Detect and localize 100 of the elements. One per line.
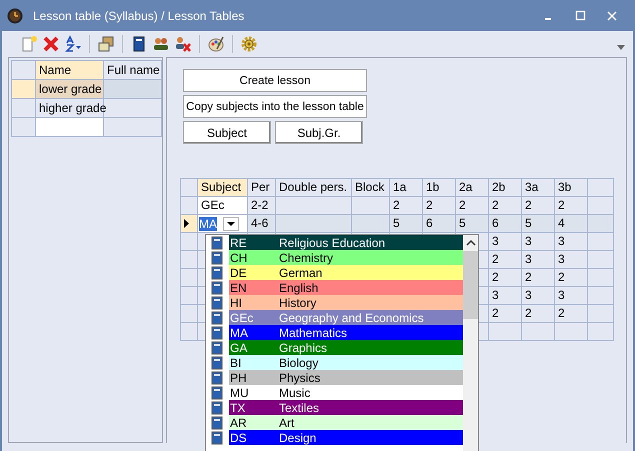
table-cell: 2 [555,269,588,287]
subject-code: EN [229,280,248,294]
column-header[interactable]: 1a [390,179,423,197]
settings-icon[interactable] [240,34,258,52]
column-header[interactable]: 2a [456,179,489,197]
book-icon [210,296,224,310]
sort-icon[interactable] [64,34,82,52]
action-button[interactable]: Subject [183,121,271,144]
table-cell [352,215,390,233]
column-header[interactable]: 3b [555,179,588,197]
table-cell: 3 [522,233,555,251]
column-header[interactable]: 3a [522,179,555,197]
book-icon [210,310,224,324]
list-item[interactable]: GA Graphics [229,340,463,355]
column-header[interactable]: Block [352,179,390,197]
subject-name: Physics [279,370,320,384]
scrollbar[interactable] [463,235,478,451]
column-header[interactable]: Full name [104,61,162,80]
table-cell: 3 [555,287,588,305]
table-cell [588,323,614,341]
table-cell[interactable]: lower grade [36,80,104,99]
subject-code: MU [229,386,250,400]
list-item[interactable]: BI Biology [229,355,463,370]
subject-field[interactable]: MA [198,215,248,233]
table-cell [104,118,162,137]
table-cell: 2 [555,305,588,323]
list-item[interactable]: EN English [229,280,463,295]
caret-icon[interactable] [617,45,625,50]
subject-name: Geography and Economics [279,310,424,324]
list-item[interactable]: AR Art [229,415,463,430]
table-cell[interactable]: GEc [198,197,248,215]
column-header[interactable]: 2b [489,179,522,197]
subject-name: Chemistry [279,250,334,264]
table-cell [588,251,614,269]
table-cell [588,287,614,305]
book-icon [210,386,224,400]
book-icon [210,236,224,250]
book-icon [210,416,224,430]
table-cell[interactable] [36,118,104,137]
column-header[interactable]: Double pers. [276,179,352,197]
list-item[interactable]: GEc Geography and Economics [229,310,463,325]
column-header[interactable]: 1b [423,179,456,197]
table-cell: 2 [522,269,555,287]
list-item[interactable]: DE German [229,265,463,280]
table-cell [104,99,162,118]
book-icon [210,370,224,384]
window-icon[interactable] [97,34,115,52]
list-item[interactable]: MA Mathematics [229,325,463,340]
column-header[interactable]: Subject [198,179,248,197]
list-item[interactable]: HI History [229,295,463,310]
subject-name: Music [279,386,310,400]
book-icon [210,326,224,340]
book-icon [210,250,224,264]
list-item[interactable]: DS Design [229,430,463,445]
clock-icon [7,8,23,24]
delete-icon[interactable] [42,34,60,52]
table-cell: 3 [522,287,555,305]
subject-code: DE [229,266,248,280]
book-icon [210,266,224,280]
list-item[interactable]: PH Physics [229,370,463,385]
action-button[interactable]: Copy subjects into the lesson table [183,95,367,118]
row-header[interactable] [181,215,198,233]
scroll-up-icon[interactable] [466,239,476,247]
column-header[interactable]: Per [248,179,276,197]
list-item[interactable]: TX Textiles [229,400,463,415]
column-header[interactable]: Name [36,61,104,80]
subject-name: Textiles [279,400,320,414]
subject-name: Art [279,416,294,430]
subject-code: AR [229,416,248,430]
subject-code: BI [229,356,242,370]
maximize-icon[interactable] [575,10,587,22]
table-cell: 3 [522,251,555,269]
table-cell: 6 [489,215,522,233]
subject-name: English [279,280,318,294]
subject-code: GA [229,340,248,354]
book-icon [210,340,224,354]
subject-code: HI [229,296,243,310]
table-cell: 4-6 [248,215,276,233]
list-item[interactable]: CH Chemistry [229,250,463,265]
table-cell [588,305,614,323]
scroll-thumb[interactable] [463,251,478,319]
dropdown-icon[interactable] [223,216,239,230]
current-row-icon [184,219,189,228]
subject-code: GEc [229,310,254,324]
action-button[interactable]: Subj.Gr. [275,121,363,144]
list-item[interactable]: RE Religious Education [229,235,463,250]
table-cell: 2 [489,305,522,323]
table-cell: 4 [555,215,588,233]
table-cell [588,269,614,287]
table-cell: 3 [555,233,588,251]
new-document-icon[interactable] [20,34,38,52]
table-cell: 5 [456,215,489,233]
subject-code: CH [229,250,248,264]
subject-name: Mathematics [279,326,348,340]
close-icon[interactable] [606,10,618,22]
palette-icon[interactable] [207,34,225,52]
action-button[interactable]: Create lesson [183,69,367,92]
subject-code: DS [229,430,248,444]
table-cell: 5 [390,215,423,233]
people-delete-icon[interactable] [174,34,192,52]
